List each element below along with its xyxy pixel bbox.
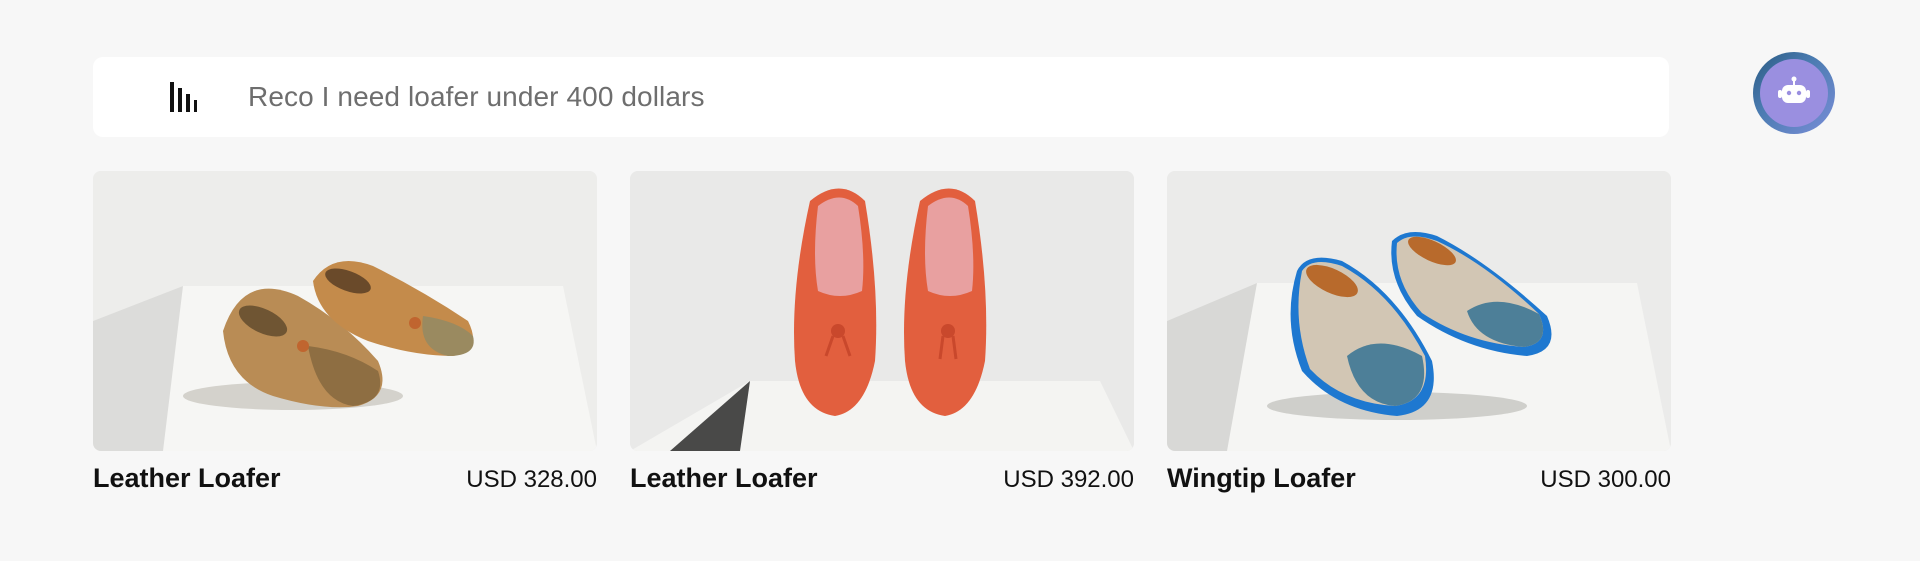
product-title[interactable]: Wingtip Loafer — [1167, 463, 1356, 494]
product-info: Wingtip Loafer USD 300.00 — [1167, 463, 1671, 494]
product-list: Leather Loafer USD 328.00 Leather Loafer… — [93, 171, 1671, 494]
product-title[interactable]: Leather Loafer — [630, 463, 818, 494]
product-price: USD 300.00 — [1540, 466, 1671, 493]
product-image[interactable] — [1167, 171, 1671, 451]
product-info: Leather Loafer USD 328.00 — [93, 463, 597, 494]
assistant-button-inner — [1760, 59, 1828, 127]
assistant-button[interactable] — [1753, 52, 1835, 134]
product-card[interactable]: Leather Loafer USD 392.00 — [630, 171, 1134, 494]
product-price: USD 392.00 — [1003, 466, 1134, 493]
product-info: Leather Loafer USD 392.00 — [630, 463, 1134, 494]
product-price: USD 328.00 — [466, 466, 597, 493]
product-card[interactable]: Leather Loafer USD 328.00 — [93, 171, 597, 494]
product-image[interactable] — [93, 171, 597, 451]
search-input[interactable] — [248, 81, 1548, 113]
product-title[interactable]: Leather Loafer — [93, 463, 281, 494]
product-image[interactable] — [630, 171, 1134, 451]
product-card[interactable]: Wingtip Loafer USD 300.00 — [1167, 171, 1671, 494]
bars-logo-icon — [168, 80, 202, 114]
search-bar[interactable] — [93, 57, 1669, 137]
robot-icon — [1777, 76, 1811, 111]
